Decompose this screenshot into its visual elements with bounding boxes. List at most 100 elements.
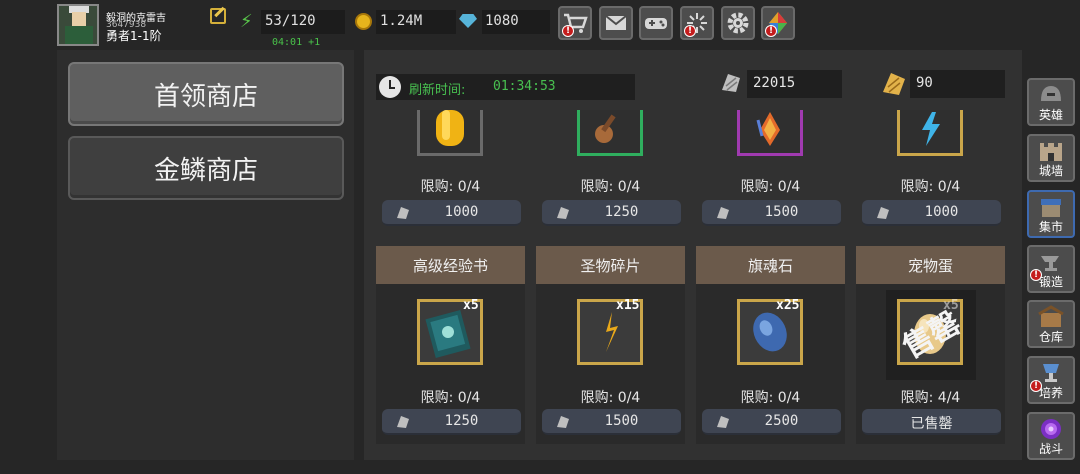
gold-value: 1.24M [380,13,423,29]
sidebar-label: 仓库 [1038,330,1063,344]
sidebar-label: 锻造 [1038,275,1063,289]
gold-counter: 1.24M [376,10,456,34]
silver-scale-counter: 22015 [747,70,842,98]
anvil-icon [1041,256,1059,271]
energy-value: 53/120 [265,13,316,29]
tab-leader-shop[interactable]: 首领商店 [68,62,344,126]
energy-timer: 04:01 +1 [272,37,321,48]
gear-icon [727,12,749,34]
sidebar-label: 培养 [1038,386,1063,400]
price-value: 1250 [444,413,479,429]
item-icon-frame [417,110,483,156]
gamepad-button[interactable] [639,6,673,40]
wall-icon [1040,143,1062,161]
item-name: 旗魂石 [696,246,845,284]
sidebar-item-wall[interactable]: 城墙 [1027,134,1075,182]
purchase-limit: 限购: 0/4 [740,390,801,406]
price-value: 1500 [764,204,799,220]
refresh-timer-box: 刷新时间: 01:34:53 [376,74,635,100]
price-value: 1000 [444,204,479,220]
buy-button[interactable]: 1500 [702,200,841,226]
gold-scale-counter: 90 [910,70,1005,98]
sidebar-item-cultivate[interactable]: ! 培养 [1027,356,1075,404]
buy-button[interactable]: 1250 [382,409,521,435]
shop-item-slot[interactable]: 限购: 0/4 1250 [536,110,685,229]
sidebar-item-battle[interactable]: 战斗 [1027,412,1075,460]
item-icon-frame [737,110,803,156]
buy-button[interactable]: 1000 [382,200,521,226]
sidebar-label: 集市 [1038,220,1063,234]
buy-button[interactable]: 1250 [542,200,681,226]
refresh-time: 01:34:53 [493,79,556,94]
shop-item-slot[interactable]: 限购: 0/4 1000 [376,110,525,229]
purchase-limit: 限购: 0/4 [580,390,641,406]
item-icon-frame [577,110,643,156]
sold-out-button: 已售罄 [862,409,1001,435]
purchase-limit: 限购: 4/4 [900,390,961,406]
market-icon [1041,199,1061,217]
clock-icon [379,76,401,98]
sidebar-item-warehouse[interactable]: 仓库 [1027,300,1075,348]
shop-tab-panel: 首领商店 金鳞商店 [57,50,354,460]
settings-button[interactable] [721,6,755,40]
sidebar-item-market[interactable]: 集市 [1027,190,1075,238]
item-name: 高级经验书 [376,246,525,284]
item-quantity: x5 [463,298,479,313]
lightning-icon [922,112,940,146]
lightning-energy-icon: ⚡ [240,11,253,32]
item-name: 圣物碎片 [536,246,685,284]
top-bar: 毅洞的克雷吉 3647938 勇者1-1阶 ⚡ 53/120 04:01 +1 … [0,0,1080,50]
color-alert-badge: ! [765,25,777,37]
shop-item-slot[interactable]: 旗魂石 x25 限购: 0/4 2500 [696,246,845,444]
gold-scale-icon [883,73,905,95]
gamepad-icon [645,18,667,29]
buy-button[interactable]: 1500 [542,409,681,435]
color-button[interactable]: ! [761,6,795,40]
purchase-limit: 限购: 0/4 [420,390,481,406]
gem-icon [459,14,477,28]
gem-counter: 1080 [482,10,550,34]
price-value: 1000 [924,204,959,220]
cart-alert-badge: ! [562,25,574,37]
refresh-label: 刷新时间: [409,83,466,98]
shop-item-slot[interactable]: 高级经验书 x5 限购: 0/4 1250 [376,246,525,444]
right-nav-sidebar: 英雄 城墙 集市 ! 锻造 仓库 ! 培养 战斗 [1024,78,1078,460]
gold-token-icon [436,110,464,146]
cart-button[interactable]: ! [558,6,592,40]
price-value: 1500 [604,413,639,429]
gold-scale-value: 90 [916,75,933,91]
sidebar-label: 城墙 [1038,164,1063,178]
gold-coin-icon [355,13,372,30]
purchase-limit: 限购: 0/4 [900,179,961,195]
flame-crystal-icon [756,112,780,146]
event-alert-badge: ! [684,25,696,37]
item-quantity: x25 [776,298,800,313]
gem-value: 1080 [485,13,519,29]
buy-button[interactable]: 2500 [702,409,841,435]
shop-main-panel: 刷新时间: 01:34:53 22015 90 限购: 0/4 1000 限购:… [364,50,1022,460]
price-value: 1250 [604,204,639,220]
shop-item-slot[interactable]: 限购: 0/4 1000 [856,110,1005,229]
warehouse-icon [1038,305,1064,327]
portal-icon [1041,419,1061,439]
helmet-icon [1041,86,1061,101]
mail-icon [605,15,627,30]
sidebar-item-forge[interactable]: ! 锻造 [1027,245,1075,293]
sidebar-label: 英雄 [1038,108,1063,122]
player-avatar[interactable] [57,4,99,46]
item-quantity: x15 [616,298,640,313]
tab-gold-scale-shop[interactable]: 金鳞商店 [68,136,344,200]
shop-item-slot[interactable]: 限购: 0/4 1500 [696,110,845,229]
guitar-icon [595,114,616,143]
shop-item-slot[interactable]: 圣物碎片 x15 限购: 0/4 1500 [536,246,685,444]
edit-name-icon[interactable] [210,8,226,24]
sidebar-item-hero[interactable]: 英雄 [1027,78,1075,126]
mail-button[interactable] [599,6,633,40]
item-icon-frame [897,110,963,156]
player-rank: 勇者1-1阶 [106,29,162,43]
silver-scale-icon [722,74,740,92]
purchase-limit: 限购: 0/4 [420,179,481,195]
sidebar-label: 战斗 [1038,442,1063,456]
buy-button[interactable]: 1000 [862,200,1001,226]
event-button[interactable]: ! [680,6,714,40]
